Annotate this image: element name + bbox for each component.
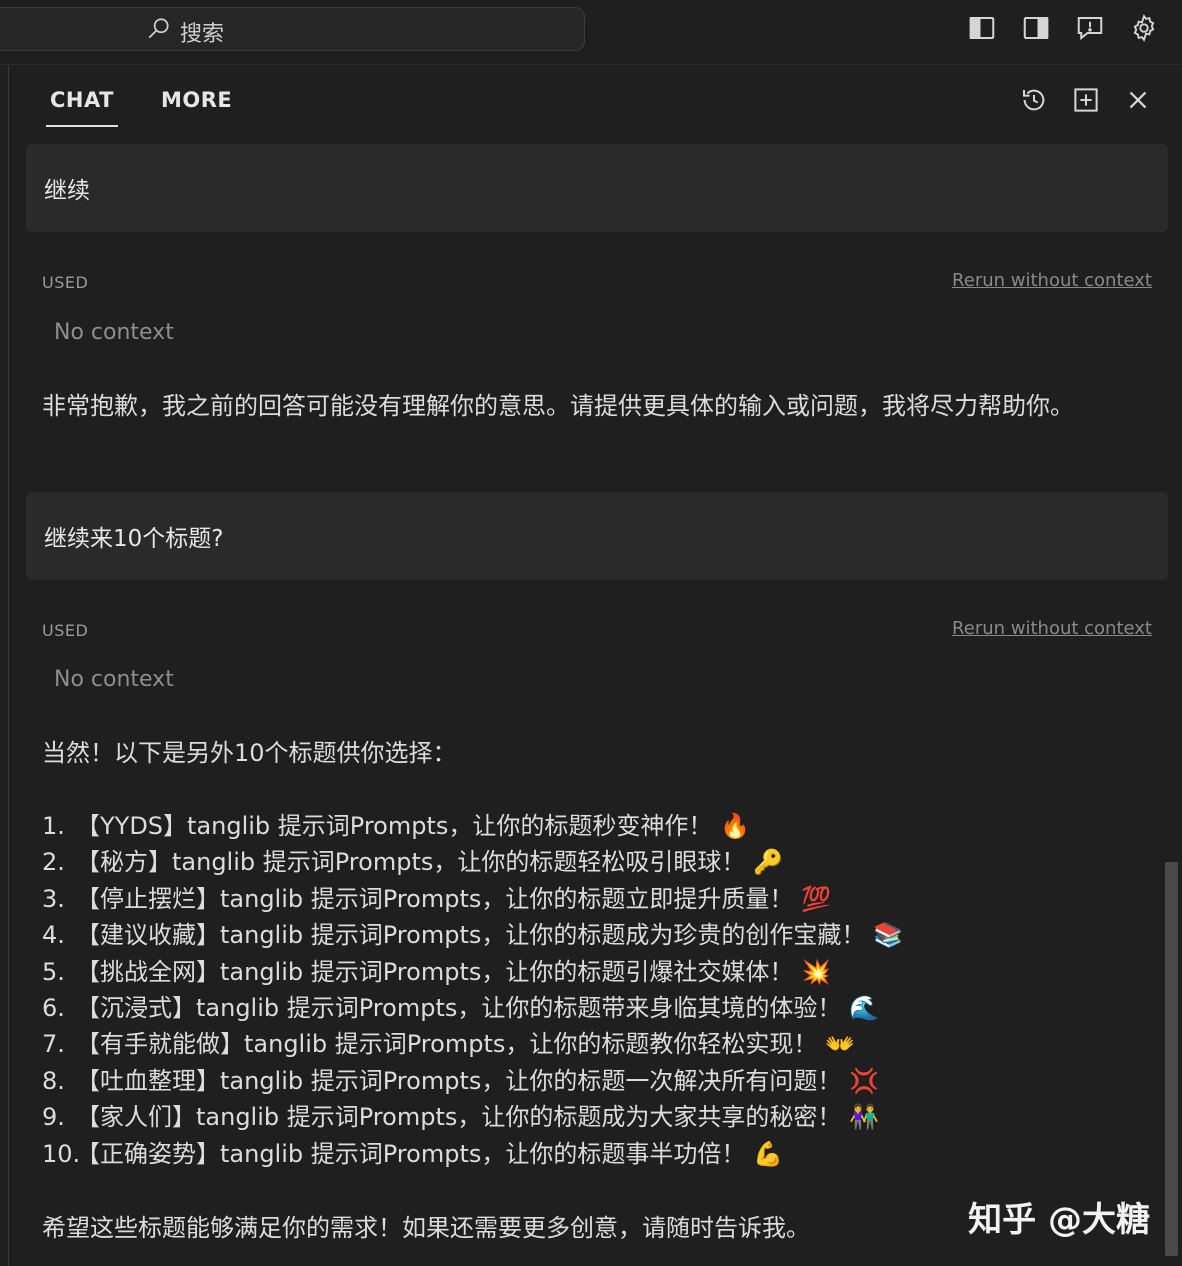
- used-label: USED: [42, 621, 89, 640]
- list-item: 5. 【挑战全网】tanglib 提示词Prompts，让你的标题引爆社交媒体！ …: [42, 957, 831, 986]
- emoji-icon: 🔥: [720, 812, 750, 840]
- settings-gear-icon[interactable]: [1128, 12, 1160, 44]
- close-icon[interactable]: [1122, 84, 1154, 116]
- watermark: 知乎 @大糖: [968, 1200, 1150, 1240]
- assistant-answer-outro: 希望这些标题能够满足你的需求！如果还需要更多创意，请随时告诉我。: [42, 1214, 810, 1242]
- tab-more[interactable]: MORE: [161, 88, 232, 112]
- command-search-box[interactable]: 搜索: [0, 7, 585, 51]
- emoji-icon: 🌊: [849, 994, 879, 1023]
- list-item: 6. 【沉浸式】tanglib 提示词Prompts，让你的标题带来身临其境的体验…: [42, 994, 879, 1023]
- list-item: 10.【正确姿势】tanglib 提示词Prompts，让你的标题事半功倍！ 💪: [42, 1139, 783, 1168]
- emoji-icon: 📚: [873, 921, 903, 950]
- context-value: No context: [54, 320, 174, 345]
- tab-chat[interactable]: CHAT: [46, 88, 118, 127]
- emoji-icon: 💢: [849, 1066, 879, 1095]
- list-item: 2. 【秘方】tanglib 提示词Prompts，让你的标题轻松吸引眼球！ 🔑: [42, 848, 783, 877]
- user-message: 继续: [26, 144, 1168, 232]
- new-chat-icon[interactable]: [1070, 84, 1102, 116]
- list-item: 8. 【吐血整理】tanglib 提示词Prompts，让你的标题一次解决所有问题…: [42, 1066, 879, 1095]
- toggle-secondary-sidebar-icon[interactable]: [1020, 12, 1052, 44]
- search-placeholder: 搜索: [180, 22, 225, 47]
- panel-left-border: [8, 66, 9, 1266]
- emoji-icon: 👐: [825, 1030, 855, 1059]
- emoji-icon: 💯: [801, 884, 831, 913]
- list-item: 1. 【YYDS】tanglib 提示词Prompts，让你的标题秒变神作！ 🔥: [42, 812, 750, 840]
- emoji-icon: 👫: [849, 1103, 879, 1132]
- emoji-icon: 🔑: [753, 848, 783, 877]
- scrollbar-thumb[interactable]: [1165, 862, 1178, 1256]
- list-item: 9. 【家人们】tanglib 提示词Prompts，让你的标题成为大家共享的秘密…: [42, 1103, 879, 1132]
- list-item: 7. 【有手就能做】tanglib 提示词Prompts，让你的标题教你轻松实现！…: [42, 1030, 855, 1059]
- history-icon[interactable]: [1018, 84, 1050, 116]
- assistant-answer-intro: 当然！以下是另外10个标题供你选择：: [42, 739, 457, 767]
- user-message: 继续来10个标题?: [26, 492, 1168, 580]
- emoji-icon: 💪: [753, 1139, 783, 1168]
- feedback-icon[interactable]: [1074, 12, 1106, 44]
- rerun-without-context-link[interactable]: Rerun without context: [952, 618, 1152, 639]
- title-bar: 搜索: [0, 0, 1182, 65]
- search-icon: [146, 16, 172, 48]
- toggle-primary-sidebar-icon[interactable]: [966, 12, 998, 44]
- chat-panel-header: CHAT MORE: [9, 66, 1182, 136]
- context-value: No context: [54, 667, 174, 692]
- used-label: USED: [42, 273, 89, 292]
- title-list: 1. 【YYDS】tanglib 提示词Prompts，让你的标题秒变神作！ 🔥 …: [42, 808, 903, 1172]
- list-item: 4. 【建议收藏】tanglib 提示词Prompts，让你的标题成为珍贵的创作宝…: [42, 921, 903, 950]
- list-item: 3. 【停止摆烂】tanglib 提示词Prompts，让你的标题立即提升质量！ …: [42, 884, 831, 913]
- rerun-without-context-link[interactable]: Rerun without context: [952, 270, 1152, 291]
- assistant-answer: 非常抱歉，我之前的回答可能没有理解你的意思。请提供更具体的输入或问题，我将尽力帮…: [42, 392, 1074, 420]
- emoji-icon: 💥: [801, 957, 831, 986]
